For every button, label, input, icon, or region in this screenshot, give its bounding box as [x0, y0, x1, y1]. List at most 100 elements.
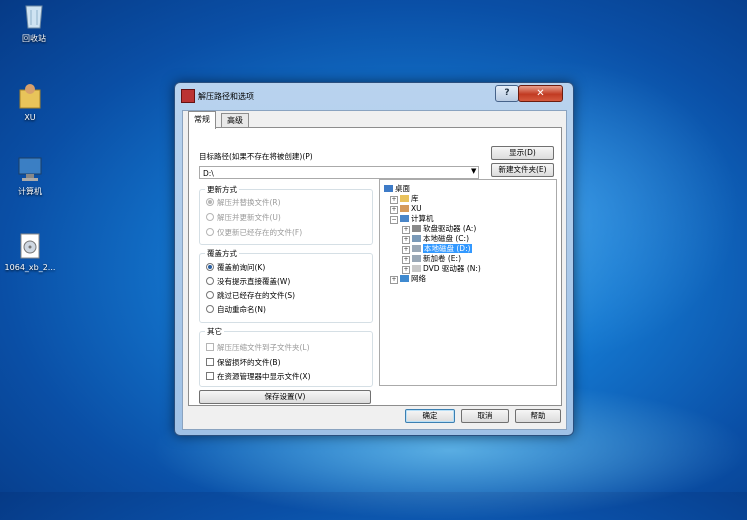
- tree-label: 桌面: [395, 184, 410, 193]
- tree-label: 新加卷 (E:): [423, 254, 462, 263]
- radio-icon: [206, 291, 214, 299]
- winrar-icon: [181, 89, 195, 103]
- disc-image-icon: [17, 232, 43, 260]
- overwrite-option-no-prompt[interactable]: 没有提示直接覆盖(W): [206, 276, 290, 287]
- overwrite-option-rename[interactable]: 自动重命名(N): [206, 304, 266, 315]
- dialog-title: 解压路径和选项: [198, 92, 254, 101]
- update-option-existing-only[interactable]: 仅更新已经存在的文件(F): [206, 227, 302, 238]
- new-folder-button[interactable]: 新建文件夹(E): [491, 163, 554, 177]
- option-label: 解压并更新文件(U): [217, 213, 281, 222]
- desktop-icon-label: XU: [24, 113, 36, 122]
- tree-label: XU: [411, 204, 422, 213]
- tree-node-desktop[interactable]: 桌面: [384, 184, 410, 194]
- overwrite-mode-group: 覆盖方式 覆盖前询问(K) 没有提示直接覆盖(W) 跳过已经存在的文件(S) 自…: [199, 248, 373, 323]
- tree-label: 网络: [411, 274, 426, 283]
- general-panel: 目标路径(如果不存在将被创建)(P) D:\ ▼ 显示(D) 新建文件夹(E) …: [188, 127, 562, 406]
- radio-icon: [206, 228, 214, 236]
- expand-icon[interactable]: +: [402, 236, 410, 244]
- option-label: 解压压缩文件到子文件夹(L): [217, 343, 310, 352]
- misc-option-subfolder[interactable]: 解压压缩文件到子文件夹(L): [206, 342, 310, 353]
- dialog-client-area: 常规 高级 目标路径(如果不存在将被创建)(P) D:\ ▼ 显示(D) 新建文…: [182, 110, 567, 430]
- overwrite-mode-title: 覆盖方式: [205, 248, 239, 259]
- misc-options-title: 其它: [205, 326, 224, 337]
- collapse-icon[interactable]: −: [390, 216, 398, 224]
- radio-icon: [206, 277, 214, 285]
- expand-icon[interactable]: +: [402, 246, 410, 254]
- tab-advanced[interactable]: 高级: [221, 113, 249, 128]
- tree-node-drive-d[interactable]: + 本地磁盘 (D:): [402, 244, 472, 254]
- option-label: 没有提示直接覆盖(W): [217, 277, 291, 286]
- desktop-icon-label: 回收站: [22, 34, 46, 43]
- checkbox-icon: [206, 372, 214, 380]
- update-mode-group: 更新方式 解压并替换文件(R) 解压并更新文件(U) 仅更新已经存在的文件(F): [199, 184, 373, 245]
- tab-general[interactable]: 常规: [188, 111, 216, 129]
- expand-icon[interactable]: +: [402, 266, 410, 274]
- checkbox-icon: [206, 343, 214, 351]
- desktop-icon: [384, 185, 393, 192]
- title-bar[interactable]: 解压路径和选项 ? ✕: [175, 83, 573, 107]
- expand-icon[interactable]: +: [390, 276, 398, 284]
- close-button[interactable]: ✕: [518, 85, 563, 102]
- tree-label-selected: 本地磁盘 (D:): [423, 244, 472, 253]
- tree-node-computer[interactable]: − 计算机: [390, 214, 434, 224]
- desktop-icon-user-folder[interactable]: XU: [0, 82, 62, 122]
- tree-label: 库: [411, 194, 419, 203]
- tree-node-dvd[interactable]: + DVD 驱动器 (N:): [402, 264, 481, 274]
- tree-label: DVD 驱动器 (N:): [423, 264, 481, 273]
- tree-label: 软盘驱动器 (A:): [423, 224, 477, 233]
- tree-node-drive-e[interactable]: + 新加卷 (E:): [402, 254, 461, 264]
- expand-icon[interactable]: +: [390, 206, 398, 214]
- hard-drive-icon: [412, 255, 421, 262]
- option-label: 自动重命名(N): [217, 305, 266, 314]
- recycle-bin-icon: [21, 2, 47, 30]
- update-option-replace[interactable]: 解压并替换文件(R): [206, 197, 281, 208]
- desktop-icon-computer[interactable]: 计算机: [0, 155, 62, 197]
- radio-icon: [206, 305, 214, 313]
- ok-button[interactable]: 确定: [405, 409, 455, 423]
- target-path-input[interactable]: D:\: [199, 166, 479, 179]
- library-icon: [400, 195, 409, 202]
- target-path-label: 目标路径(如果不存在将被创建)(P): [199, 152, 313, 161]
- option-label: 解压并替换文件(R): [217, 198, 281, 207]
- dropdown-arrow-icon[interactable]: ▼: [471, 167, 476, 175]
- desktop-icon-label: 1064_xb_2...: [4, 263, 56, 272]
- tree-label: 计算机: [411, 214, 434, 223]
- overwrite-option-skip[interactable]: 跳过已经存在的文件(S): [206, 290, 295, 301]
- desktop-icon-label: 计算机: [18, 187, 42, 196]
- update-option-update[interactable]: 解压并更新文件(U): [206, 212, 281, 223]
- help-title-button[interactable]: ?: [495, 85, 519, 102]
- radio-icon: [206, 198, 214, 206]
- misc-option-keep-broken[interactable]: 保留损坏的文件(B): [206, 357, 281, 368]
- misc-options-group: 其它 解压压缩文件到子文件夹(L) 保留损坏的文件(B) 在资源管理器中显示文件…: [199, 326, 373, 387]
- tree-node-floppy[interactable]: + 软盘驱动器 (A:): [402, 224, 476, 234]
- hard-drive-icon: [412, 235, 421, 242]
- expand-icon[interactable]: +: [390, 196, 398, 204]
- tree-node-drive-c[interactable]: + 本地磁盘 (C:): [402, 234, 469, 244]
- misc-option-show-in-explorer[interactable]: 在资源管理器中显示文件(X): [206, 371, 311, 382]
- expand-icon[interactable]: +: [402, 256, 410, 264]
- save-settings-button[interactable]: 保存设置(V): [199, 390, 371, 404]
- option-label: 保留损坏的文件(B): [217, 358, 281, 367]
- expand-icon[interactable]: +: [402, 226, 410, 234]
- tree-node-library[interactable]: + 库: [390, 194, 419, 204]
- computer-icon: [400, 215, 409, 222]
- desktop-icon-recycle-bin[interactable]: 回收站: [2, 2, 66, 44]
- update-mode-title: 更新方式: [205, 184, 239, 195]
- checkbox-icon: [206, 358, 214, 366]
- option-label: 在资源管理器中显示文件(X): [217, 372, 311, 381]
- folder-tree: 桌面 + 库 + XU − 计算机 + 软盘驱动器 (A:) + 本地磁盘 (C:): [379, 179, 557, 386]
- extract-options-dialog: 解压路径和选项 ? ✕ 常规 高级 目标路径(如果不存在将被创建)(P) D:\…: [174, 82, 574, 436]
- cancel-button[interactable]: 取消: [461, 409, 509, 423]
- user-folder-icon: [17, 82, 43, 110]
- dvd-drive-icon: [412, 265, 421, 272]
- desktop-icon-archive-file[interactable]: 1064_xb_2...: [0, 232, 62, 272]
- option-label: 跳过已经存在的文件(S): [217, 291, 296, 300]
- tree-node-user[interactable]: + XU: [390, 204, 422, 214]
- option-label: 仅更新已经存在的文件(F): [217, 228, 303, 237]
- tree-label: 本地磁盘 (C:): [423, 234, 469, 243]
- show-button[interactable]: 显示(D): [491, 146, 554, 160]
- radio-icon: [206, 263, 214, 271]
- help-button[interactable]: 帮助: [515, 409, 561, 423]
- tree-node-network[interactable]: + 网络: [390, 274, 426, 284]
- overwrite-option-ask[interactable]: 覆盖前询问(K): [206, 262, 265, 273]
